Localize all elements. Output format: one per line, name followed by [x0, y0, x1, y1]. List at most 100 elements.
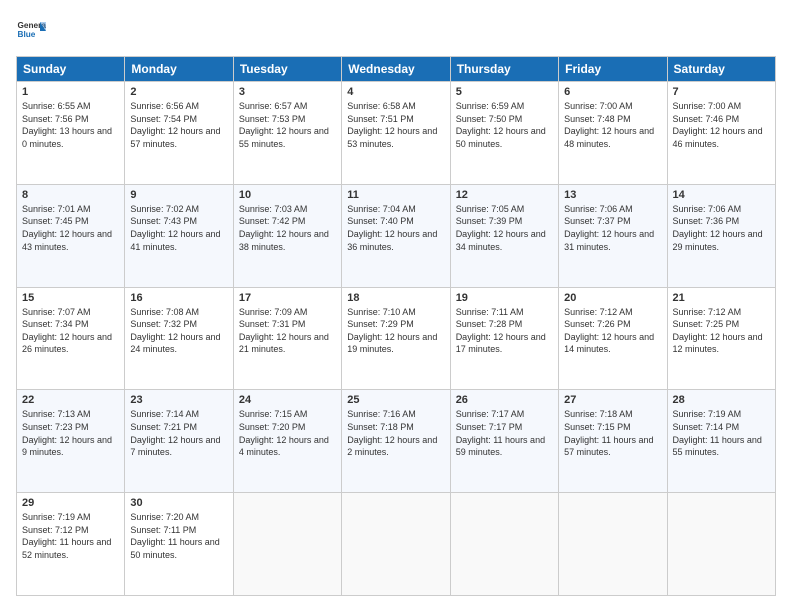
day-info: Sunrise: 7:11 AM Sunset: 7:28 PM Dayligh…: [456, 307, 546, 355]
day-info: Sunrise: 7:16 AM Sunset: 7:18 PM Dayligh…: [347, 409, 437, 457]
day-info: Sunrise: 7:17 AM Sunset: 7:17 PM Dayligh…: [456, 409, 545, 457]
day-number: 13: [564, 189, 661, 201]
page: General Blue Sunday Monday Tuesday Wedne…: [0, 0, 792, 612]
day-number: 17: [239, 292, 336, 304]
day-number: 28: [673, 394, 770, 406]
day-info: Sunrise: 7:15 AM Sunset: 7:20 PM Dayligh…: [239, 409, 329, 457]
day-cell: 2 Sunrise: 6:56 AM Sunset: 7:54 PM Dayli…: [125, 82, 233, 185]
day-cell: 12 Sunrise: 7:05 AM Sunset: 7:39 PM Dayl…: [450, 184, 558, 287]
week-row-3: 22 Sunrise: 7:13 AM Sunset: 7:23 PM Dayl…: [17, 390, 776, 493]
day-number: 7: [673, 86, 770, 98]
day-info: Sunrise: 6:55 AM Sunset: 7:56 PM Dayligh…: [22, 101, 112, 149]
col-tuesday: Tuesday: [233, 57, 341, 82]
day-cell: 10 Sunrise: 7:03 AM Sunset: 7:42 PM Dayl…: [233, 184, 341, 287]
day-info: Sunrise: 7:18 AM Sunset: 7:15 PM Dayligh…: [564, 409, 653, 457]
day-number: 14: [673, 189, 770, 201]
day-number: 27: [564, 394, 661, 406]
day-cell: 8 Sunrise: 7:01 AM Sunset: 7:45 PM Dayli…: [17, 184, 125, 287]
day-cell: [342, 493, 450, 596]
day-number: 11: [347, 189, 444, 201]
svg-text:Blue: Blue: [18, 30, 36, 39]
day-info: Sunrise: 6:59 AM Sunset: 7:50 PM Dayligh…: [456, 101, 546, 149]
day-cell: 28 Sunrise: 7:19 AM Sunset: 7:14 PM Dayl…: [667, 390, 775, 493]
day-cell: 6 Sunrise: 7:00 AM Sunset: 7:48 PM Dayli…: [559, 82, 667, 185]
day-number: 4: [347, 86, 444, 98]
col-wednesday: Wednesday: [342, 57, 450, 82]
day-cell: 19 Sunrise: 7:11 AM Sunset: 7:28 PM Dayl…: [450, 287, 558, 390]
day-info: Sunrise: 7:06 AM Sunset: 7:37 PM Dayligh…: [564, 204, 654, 252]
day-info: Sunrise: 7:13 AM Sunset: 7:23 PM Dayligh…: [22, 409, 112, 457]
calendar: Sunday Monday Tuesday Wednesday Thursday…: [16, 56, 776, 596]
day-info: Sunrise: 7:02 AM Sunset: 7:43 PM Dayligh…: [130, 204, 220, 252]
week-row-1: 8 Sunrise: 7:01 AM Sunset: 7:45 PM Dayli…: [17, 184, 776, 287]
day-number: 1: [22, 86, 119, 98]
day-cell: 21 Sunrise: 7:12 AM Sunset: 7:25 PM Dayl…: [667, 287, 775, 390]
day-number: 16: [130, 292, 227, 304]
col-monday: Monday: [125, 57, 233, 82]
day-cell: 14 Sunrise: 7:06 AM Sunset: 7:36 PM Dayl…: [667, 184, 775, 287]
day-number: 18: [347, 292, 444, 304]
day-cell: 30 Sunrise: 7:20 AM Sunset: 7:11 PM Dayl…: [125, 493, 233, 596]
day-cell: 22 Sunrise: 7:13 AM Sunset: 7:23 PM Dayl…: [17, 390, 125, 493]
day-cell: 9 Sunrise: 7:02 AM Sunset: 7:43 PM Dayli…: [125, 184, 233, 287]
day-info: Sunrise: 7:00 AM Sunset: 7:46 PM Dayligh…: [673, 101, 763, 149]
col-saturday: Saturday: [667, 57, 775, 82]
logo: General Blue: [16, 16, 46, 46]
day-number: 29: [22, 497, 119, 509]
day-info: Sunrise: 7:08 AM Sunset: 7:32 PM Dayligh…: [130, 307, 220, 355]
day-cell: 24 Sunrise: 7:15 AM Sunset: 7:20 PM Dayl…: [233, 390, 341, 493]
day-cell: [233, 493, 341, 596]
day-number: 3: [239, 86, 336, 98]
day-info: Sunrise: 7:14 AM Sunset: 7:21 PM Dayligh…: [130, 409, 220, 457]
day-cell: 23 Sunrise: 7:14 AM Sunset: 7:21 PM Dayl…: [125, 390, 233, 493]
day-number: 10: [239, 189, 336, 201]
day-cell: 27 Sunrise: 7:18 AM Sunset: 7:15 PM Dayl…: [559, 390, 667, 493]
day-info: Sunrise: 7:12 AM Sunset: 7:25 PM Dayligh…: [673, 307, 763, 355]
header-row: Sunday Monday Tuesday Wednesday Thursday…: [17, 57, 776, 82]
day-number: 23: [130, 394, 227, 406]
day-cell: 29 Sunrise: 7:19 AM Sunset: 7:12 PM Dayl…: [17, 493, 125, 596]
day-number: 30: [130, 497, 227, 509]
day-cell: 15 Sunrise: 7:07 AM Sunset: 7:34 PM Dayl…: [17, 287, 125, 390]
day-info: Sunrise: 7:12 AM Sunset: 7:26 PM Dayligh…: [564, 307, 654, 355]
day-number: 8: [22, 189, 119, 201]
day-info: Sunrise: 6:56 AM Sunset: 7:54 PM Dayligh…: [130, 101, 220, 149]
day-number: 2: [130, 86, 227, 98]
day-info: Sunrise: 6:58 AM Sunset: 7:51 PM Dayligh…: [347, 101, 437, 149]
day-cell: 13 Sunrise: 7:06 AM Sunset: 7:37 PM Dayl…: [559, 184, 667, 287]
day-cell: [667, 493, 775, 596]
day-number: 5: [456, 86, 553, 98]
calendar-table: Sunday Monday Tuesday Wednesday Thursday…: [16, 56, 776, 596]
day-cell: 11 Sunrise: 7:04 AM Sunset: 7:40 PM Dayl…: [342, 184, 450, 287]
logo-icon: General Blue: [16, 16, 46, 46]
col-friday: Friday: [559, 57, 667, 82]
day-info: Sunrise: 7:19 AM Sunset: 7:14 PM Dayligh…: [673, 409, 762, 457]
day-info: Sunrise: 7:01 AM Sunset: 7:45 PM Dayligh…: [22, 204, 112, 252]
day-cell: 20 Sunrise: 7:12 AM Sunset: 7:26 PM Dayl…: [559, 287, 667, 390]
day-info: Sunrise: 7:03 AM Sunset: 7:42 PM Dayligh…: [239, 204, 329, 252]
day-number: 22: [22, 394, 119, 406]
week-row-4: 29 Sunrise: 7:19 AM Sunset: 7:12 PM Dayl…: [17, 493, 776, 596]
day-cell: 18 Sunrise: 7:10 AM Sunset: 7:29 PM Dayl…: [342, 287, 450, 390]
day-info: Sunrise: 7:19 AM Sunset: 7:12 PM Dayligh…: [22, 512, 111, 560]
day-info: Sunrise: 7:04 AM Sunset: 7:40 PM Dayligh…: [347, 204, 437, 252]
day-info: Sunrise: 7:07 AM Sunset: 7:34 PM Dayligh…: [22, 307, 112, 355]
col-thursday: Thursday: [450, 57, 558, 82]
day-cell: 3 Sunrise: 6:57 AM Sunset: 7:53 PM Dayli…: [233, 82, 341, 185]
day-number: 25: [347, 394, 444, 406]
day-cell: [559, 493, 667, 596]
col-sunday: Sunday: [17, 57, 125, 82]
header: General Blue: [16, 16, 776, 46]
day-info: Sunrise: 7:20 AM Sunset: 7:11 PM Dayligh…: [130, 512, 219, 560]
day-info: Sunrise: 6:57 AM Sunset: 7:53 PM Dayligh…: [239, 101, 329, 149]
day-number: 19: [456, 292, 553, 304]
day-info: Sunrise: 7:00 AM Sunset: 7:48 PM Dayligh…: [564, 101, 654, 149]
day-number: 15: [22, 292, 119, 304]
day-cell: 4 Sunrise: 6:58 AM Sunset: 7:51 PM Dayli…: [342, 82, 450, 185]
week-row-0: 1 Sunrise: 6:55 AM Sunset: 7:56 PM Dayli…: [17, 82, 776, 185]
day-cell: 7 Sunrise: 7:00 AM Sunset: 7:46 PM Dayli…: [667, 82, 775, 185]
day-info: Sunrise: 7:05 AM Sunset: 7:39 PM Dayligh…: [456, 204, 546, 252]
day-number: 6: [564, 86, 661, 98]
day-number: 20: [564, 292, 661, 304]
day-info: Sunrise: 7:09 AM Sunset: 7:31 PM Dayligh…: [239, 307, 329, 355]
